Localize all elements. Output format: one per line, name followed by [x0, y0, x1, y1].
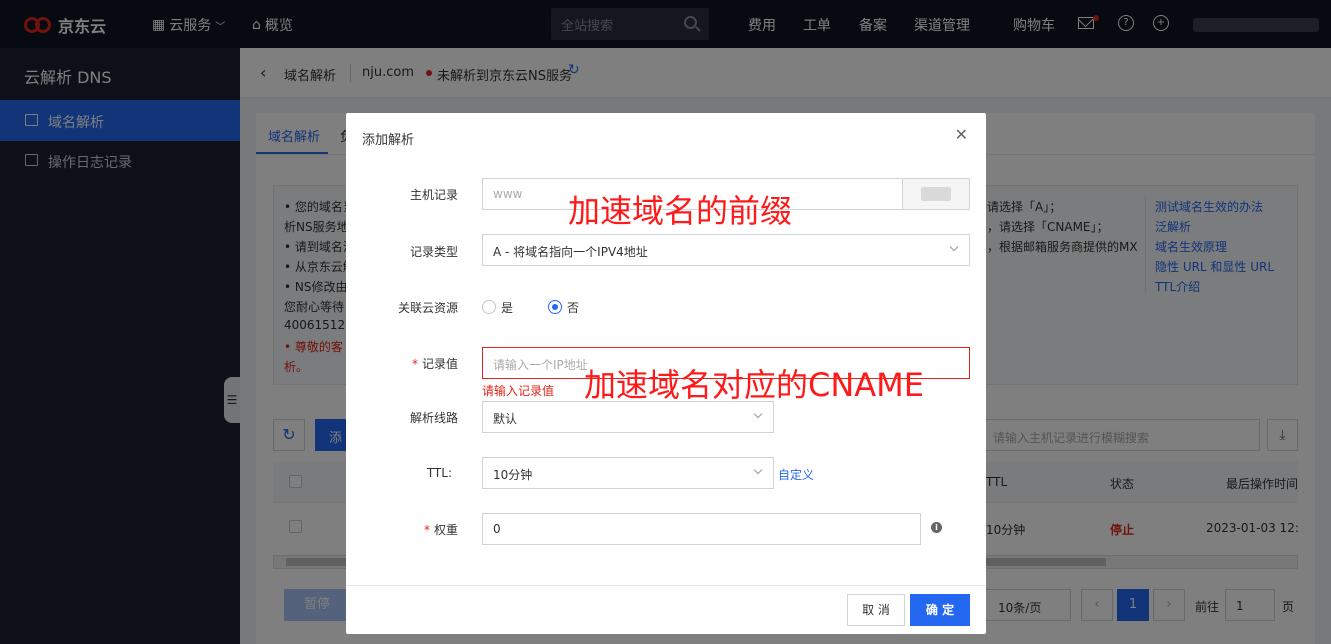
record-value-label: * 记录值: [411, 357, 458, 371]
resource-yes-label[interactable]: 是: [501, 299, 513, 316]
record-type-label: 记录类型: [409, 245, 458, 259]
resource-yes-radio[interactable]: [482, 300, 496, 314]
chevron-down-icon: [753, 465, 763, 475]
resolution-line-label: 解析线路: [409, 411, 458, 425]
ttl-select[interactable]: 10分钟: [482, 457, 774, 489]
resource-no-radio[interactable]: [548, 300, 562, 314]
weight-input[interactable]: 0: [482, 513, 921, 545]
cancel-button[interactable]: 取 消: [847, 594, 905, 626]
ttl-custom-link[interactable]: 自定义: [778, 466, 814, 483]
weight-label: * 权重: [423, 523, 458, 537]
chevron-down-icon: [753, 409, 763, 419]
dialog-footer-divider: [346, 585, 986, 586]
dialog-title: 添加解析: [362, 133, 415, 148]
resource-no-label[interactable]: 否: [567, 299, 579, 316]
ttl-label: TTL:: [426, 466, 452, 480]
domain-suffix: [902, 179, 969, 209]
annotation-cname: 加速域名对应的CNAME: [584, 366, 925, 404]
confirm-button[interactable]: 确 定: [910, 594, 970, 626]
chevron-down-icon: [949, 242, 959, 252]
host-record-label: 主机记录: [409, 188, 458, 202]
annotation-prefix: 加速域名的前缀: [568, 192, 793, 230]
record-type-select[interactable]: A - 将域名指向一个IPV4地址: [482, 234, 970, 266]
record-value-error: 请输入记录值: [482, 384, 555, 398]
cloud-resource-label: 关联云资源: [397, 301, 458, 315]
close-icon[interactable]: ✕: [955, 125, 968, 144]
info-icon[interactable]: i: [931, 522, 942, 533]
